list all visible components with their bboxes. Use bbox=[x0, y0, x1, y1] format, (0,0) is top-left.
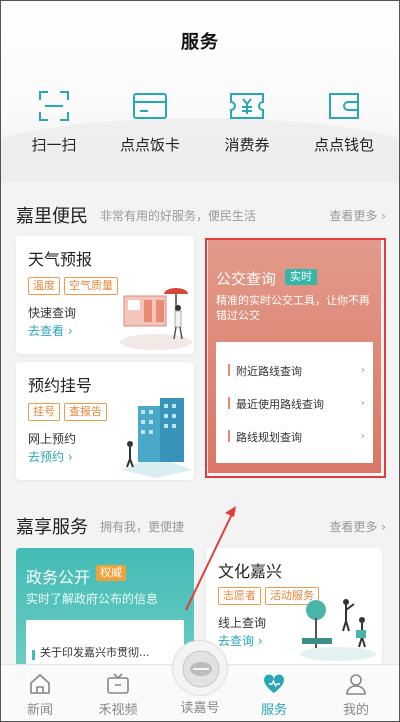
gov-desc: 实时了解政府公布的信息 bbox=[26, 592, 159, 606]
page-title: 服务 bbox=[181, 32, 219, 53]
authority-badge: 权威 bbox=[96, 565, 126, 581]
scan-icon bbox=[39, 91, 69, 121]
coupon-button[interactable]: 消费券 bbox=[197, 86, 297, 155]
tab-label: 服务 bbox=[260, 703, 287, 718]
weather-title: 天气预报 bbox=[28, 250, 93, 269]
read-center-button[interactable] bbox=[172, 640, 228, 696]
section-title: 嘉享服务 bbox=[16, 517, 88, 538]
option-label: 最近使用路线查询 bbox=[236, 398, 324, 411]
bus-option-nearby[interactable]: 附近路线查询 › bbox=[228, 362, 365, 378]
bus-option-route-plan[interactable]: 路线规划查询 › bbox=[228, 428, 365, 444]
tag: 温度 bbox=[28, 277, 60, 295]
card-icon bbox=[133, 93, 167, 119]
culture-desc: 线上查询 bbox=[218, 616, 267, 630]
tag: 挂号 bbox=[28, 403, 60, 421]
appointment-desc: 网上预约 bbox=[28, 432, 77, 446]
chevron-right-icon: › bbox=[360, 429, 365, 442]
tag: 空气质量 bbox=[64, 277, 118, 295]
user-icon bbox=[346, 674, 366, 695]
header-area: 服务 扫一扫 点点饭卡 消费券 点点钱包 bbox=[0, 0, 400, 182]
bus-desc: 精准的实时公交工具，让你不再错过公交 bbox=[216, 294, 370, 322]
meal-card-button[interactable]: 点点饭卡 bbox=[100, 86, 200, 155]
view-more-link[interactable]: 查看更多 › bbox=[329, 518, 386, 535]
heart-icon bbox=[263, 674, 285, 693]
tab-video[interactable]: 禾视频 bbox=[88, 671, 148, 718]
appointment-tags: 挂号 查报告 bbox=[28, 400, 111, 421]
chevron-right-icon: › bbox=[360, 363, 365, 376]
option-label: 路线规划查询 bbox=[236, 431, 302, 444]
tab-label: 新闻 bbox=[26, 703, 53, 718]
tv-icon bbox=[107, 673, 129, 694]
home-icon bbox=[30, 673, 50, 694]
gov-news-item[interactable]: 关于印发嘉兴市贯彻... bbox=[40, 646, 160, 660]
tag: 志愿者 bbox=[218, 587, 261, 605]
volunteer-illustration bbox=[300, 599, 376, 661]
weather-desc: 快速查询 bbox=[28, 306, 77, 320]
wallet-icon bbox=[329, 93, 359, 119]
coupon-label: 消费券 bbox=[224, 136, 270, 154]
weather-tags: 温度 空气质量 bbox=[28, 274, 122, 295]
scan-label: 扫一扫 bbox=[31, 136, 77, 154]
bullet-bar bbox=[228, 364, 230, 376]
appointment-title: 预约挂号 bbox=[28, 376, 93, 395]
section-header-convenience: 嘉里便民 非常有用的好服务，便民生活 查看更多 › bbox=[16, 202, 386, 227]
tab-label: 我的 bbox=[342, 703, 369, 718]
tab-label: 读嘉号 bbox=[180, 701, 220, 716]
read-icon bbox=[182, 650, 220, 688]
section-header-services: 嘉享服务 拥有我，更便捷 查看更多 › bbox=[16, 513, 386, 538]
bullet-bar bbox=[228, 430, 230, 442]
appointment-go-link[interactable]: 去预约 › bbox=[28, 448, 73, 465]
appointment-card[interactable]: 预约挂号 挂号 查报告 网上预约 去预约 › bbox=[16, 362, 194, 480]
tab-news[interactable]: 新闻 bbox=[10, 671, 70, 718]
weather-illustration bbox=[120, 288, 192, 350]
section-subtitle: 拥有我，更便捷 bbox=[100, 520, 185, 534]
culture-card[interactable]: 文化嘉兴 志愿者 活动服务 线上查询 去查询 › bbox=[206, 548, 382, 664]
option-label: 附近路线查询 bbox=[236, 365, 302, 378]
gov-info-card[interactable]: 政务公开 权威 实时了解政府公布的信息 关于印发嘉兴市贯彻... bbox=[16, 548, 194, 678]
culture-go-link[interactable]: 去查询 › bbox=[218, 632, 263, 649]
bus-options-panel: 附近路线查询 › 最近使用路线查询 › 路线规划查询 › bbox=[216, 342, 373, 463]
bus-title: 公交查询 bbox=[216, 270, 277, 288]
scan-button[interactable]: 扫一扫 bbox=[4, 86, 104, 155]
hospital-illustration bbox=[122, 398, 192, 478]
coupon-icon bbox=[230, 93, 264, 119]
weather-card[interactable]: 天气预报 温度 空气质量 快速查询 去查看 › bbox=[16, 236, 194, 354]
tab-label: 禾视频 bbox=[98, 703, 138, 718]
tab-profile[interactable]: 我的 bbox=[326, 671, 386, 718]
meal-card-label: 点点饭卡 bbox=[119, 136, 180, 154]
tag: 查报告 bbox=[64, 403, 107, 421]
tab-service[interactable]: 服务 bbox=[244, 671, 304, 718]
section-subtitle: 非常有用的好服务，便民生活 bbox=[100, 209, 257, 223]
weather-go-link[interactable]: 去查看 › bbox=[28, 322, 73, 339]
wallet-button[interactable]: 点点钱包 bbox=[294, 86, 394, 155]
gov-title: 政务公开 bbox=[26, 568, 91, 587]
realtime-badge: 实时 bbox=[285, 269, 317, 285]
bus-query-card[interactable]: 公交查询 实时 精准的实时公交工具，让你不再错过公交 附近路线查询 › 最近使用… bbox=[208, 240, 381, 473]
bus-option-recent[interactable]: 最近使用路线查询 › bbox=[228, 395, 365, 411]
view-more-link[interactable]: 查看更多 › bbox=[329, 207, 386, 224]
chevron-right-icon: › bbox=[360, 396, 365, 409]
culture-title: 文化嘉兴 bbox=[218, 562, 283, 581]
wallet-label: 点点钱包 bbox=[313, 136, 374, 154]
bullet-bar bbox=[32, 650, 35, 660]
bullet-bar bbox=[228, 397, 230, 409]
section-title: 嘉里便民 bbox=[16, 206, 88, 227]
